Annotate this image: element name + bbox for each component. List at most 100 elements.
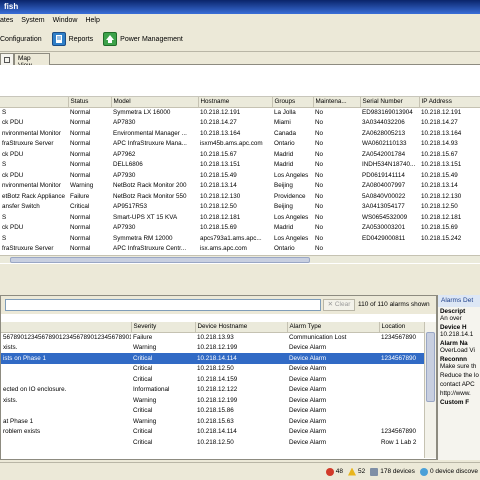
- table-cell: 10.218.14.27: [421, 119, 458, 127]
- device-row[interactable]: nvironmental Monitor Normal Environmental …: [0, 128, 480, 139]
- tab-list-view[interactable]: [0, 53, 14, 65]
- table-cell: Beijing: [274, 203, 293, 211]
- column-header[interactable]: Model: [111, 97, 199, 108]
- device-row[interactable]: fraStruxure Server Normal APC InfraStruxur…: [0, 244, 480, 255]
- column-header[interactable]: Alarm Type: [287, 322, 380, 333]
- devices-status[interactable]: 178 devices: [370, 467, 415, 476]
- details-section-title[interactable]: Descript: [440, 308, 478, 315]
- device-row[interactable]: ansfer Switch Critical AP9517R53 10.218.12.…: [0, 202, 480, 213]
- menu-item-system[interactable]: System: [21, 17, 44, 24]
- device-row[interactable]: nvironmental Monitor Warning NetBotz Rack …: [0, 181, 480, 192]
- column-header[interactable]: [0, 97, 69, 108]
- table-cell: Normal: [70, 119, 91, 127]
- device-row[interactable]: S Normal Symmetra RM 12000 apcs793a1.ams.ap…: [0, 233, 480, 244]
- column-header[interactable]: Maintena...: [313, 97, 361, 108]
- alarm-row[interactable]: 5678901234567890123456789012345678901234…: [1, 332, 424, 343]
- table-cell: 10.218.15.86: [197, 407, 234, 415]
- reports-icon: [51, 32, 66, 46]
- alarm-filter-input[interactable]: [5, 299, 321, 311]
- details-section-title[interactable]: Device H: [440, 324, 478, 331]
- column-header[interactable]: Location: [379, 322, 424, 333]
- table-cell: S: [2, 213, 7, 221]
- table-cell: Critical: [133, 438, 153, 446]
- table-cell: ck PDU: [2, 171, 24, 179]
- panel-splitter[interactable]: [0, 263, 480, 295]
- table-cell: [1, 406, 131, 417]
- device-row[interactable]: fraStruxure Server Normal APC InfraStruxur…: [0, 139, 480, 150]
- details-section-title[interactable]: Custom F: [440, 399, 478, 406]
- table-cell: Normal: [70, 213, 91, 221]
- table-cell: 10.218.13.151: [421, 161, 462, 169]
- alarm-row[interactable]: Critical 10.218.15.86 Device Alarm: [1, 406, 424, 417]
- critical-status[interactable]: 48: [325, 467, 343, 476]
- table-cell: AP7962: [113, 150, 136, 158]
- alarm-row[interactable]: xists. Warning 10.218.12.199 Device Alarm: [1, 395, 424, 406]
- alarm-table-scrollbar[interactable]: [424, 322, 436, 458]
- table-cell: 10.218.12.199: [197, 344, 238, 352]
- warning-status[interactable]: 52: [348, 467, 365, 476]
- device-row[interactable]: ck PDU Normal AP7930 10.218.15.49 Los Angele…: [0, 170, 480, 181]
- table-cell: Madrid: [274, 161, 294, 169]
- table-cell: Warning: [133, 396, 157, 404]
- table-cell: No: [315, 109, 324, 116]
- alarm-row[interactable]: at Phase 1 Warning 10.218.15.63 Device Alar…: [1, 416, 424, 427]
- device-row[interactable]: S Normal DELL6806 10.218.13.151 Madrid No INDH…: [0, 160, 480, 171]
- column-header[interactable]: Hostname: [198, 97, 273, 108]
- table-cell: Device Alarm: [287, 353, 379, 364]
- details-section-title[interactable]: Alarm Na: [440, 340, 478, 347]
- discovery-status[interactable]: 0 device discove: [419, 467, 478, 476]
- table-cell: WS0654532009: [362, 213, 408, 221]
- alarm-row[interactable]: ists on Phase 1 Critical 10.218.14.114 Devi…: [1, 353, 424, 364]
- table-cell: 10.218.13.164: [200, 129, 241, 137]
- alarm-row[interactable]: xists. Warning 10.218.12.199 Device Alarm: [1, 343, 424, 354]
- alarm-details-panel: Alarms Det Descript An over Device H 10.218…: [437, 295, 480, 460]
- table-cell: roblem exists: [3, 428, 41, 436]
- device-row[interactable]: etBotz Rack Appliance Failure NetBotz Rack…: [0, 191, 480, 202]
- column-header[interactable]: Groups: [272, 97, 314, 108]
- device-row[interactable]: ck PDU Normal AP7962 10.218.15.67 Madrid No ZA…: [0, 149, 480, 160]
- alarm-row[interactable]: ected on IO enclosure. Informational 10.21…: [1, 385, 424, 396]
- column-header[interactable]: Status: [68, 97, 112, 108]
- table-cell: AP7930: [113, 224, 136, 232]
- table-cell: 10.218.15.69: [421, 224, 458, 232]
- table-cell: [360, 244, 419, 255]
- scrollbar-thumb[interactable]: [426, 332, 435, 402]
- menu-item-help[interactable]: Help: [85, 17, 99, 24]
- table-cell: 10.218.13.93: [197, 334, 234, 341]
- configuration-button[interactable]: Configuration: [0, 36, 42, 43]
- alarm-row[interactable]: Critical 10.218.12.50 Device Alarm Row 1 La…: [1, 437, 424, 448]
- table-cell: Critical: [131, 353, 195, 364]
- device-table-scrollbar[interactable]: [0, 255, 480, 263]
- alarm-row[interactable]: Critical 10.218.14.159 Device Alarm: [1, 374, 424, 385]
- menu-item-window[interactable]: Window: [53, 17, 78, 24]
- device-row[interactable]: S Normal Smart-UPS XT 15 KVA 10.218.12.181 L…: [0, 212, 480, 223]
- details-section-title[interactable]: Reconnn: [440, 356, 478, 363]
- column-header[interactable]: IP Address: [419, 97, 480, 108]
- power-management-button[interactable]: Power Management: [103, 32, 183, 46]
- column-header[interactable]: Device Hostname: [195, 322, 288, 333]
- table-cell: ED983169013904: [362, 109, 413, 116]
- table-cell: [1, 364, 131, 375]
- power-management-label: Power Management: [120, 35, 183, 43]
- tab-map-view[interactable]: Map View: [14, 53, 50, 69]
- device-row[interactable]: ck PDU Normal AP7830 10.218.14.27 Miami No 3A0…: [0, 118, 480, 129]
- table-cell: No: [315, 182, 324, 190]
- discovery-icon: [419, 467, 428, 476]
- column-header[interactable]: [1, 322, 132, 333]
- table-cell: ZA0530003201: [362, 224, 406, 232]
- device-row[interactable]: S Normal Symmetra LX 16000 10.218.12.191 La …: [0, 107, 480, 118]
- table-cell: Symmetra RM 12000: [113, 234, 173, 242]
- alarm-row[interactable]: roblem exists Critical 10.218.14.114 Device…: [1, 427, 424, 438]
- table-cell: 10.218.15.69: [200, 224, 237, 232]
- menu-item-updates[interactable]: ates: [0, 17, 13, 24]
- device-row[interactable]: ck PDU Normal AP7930 10.218.15.69 Madrid No ZA…: [0, 223, 480, 234]
- column-header[interactable]: Serial Number: [360, 97, 420, 108]
- reports-button[interactable]: Reports: [51, 32, 93, 46]
- table-cell: AP9517R53: [113, 203, 147, 211]
- table-cell: 3A0413054177: [362, 203, 405, 211]
- alarm-row[interactable]: Critical 10.218.12.50 Device Alarm: [1, 364, 424, 375]
- clear-button[interactable]: ✕ Clear: [323, 299, 355, 311]
- table-cell: S: [2, 109, 7, 116]
- column-header[interactable]: Severity: [131, 322, 196, 333]
- table-cell: [1, 374, 131, 385]
